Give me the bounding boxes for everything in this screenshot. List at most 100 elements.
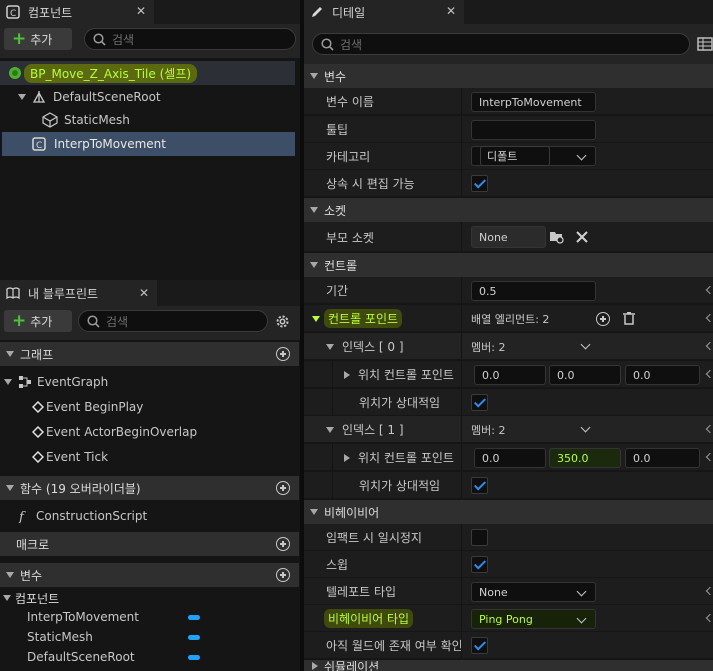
variables-section-header[interactable]: 변수 [0,563,299,587]
details-section-control[interactable]: 컨트롤 [304,253,713,277]
index0-z-input[interactable]: 0.0 [625,365,700,385]
details-section-socket[interactable]: 소켓 [304,198,713,222]
browse-socket-icon[interactable] [549,229,565,245]
collapse-arrow-icon [310,509,318,515]
check-still-in-world-checkbox[interactable] [471,637,488,654]
index0-label-wrap[interactable]: 인덱스 [ 0 ] [326,333,404,360]
prop-label: 위치 컨트롤 포인트 [358,368,454,382]
details-search-input[interactable]: 검색 [312,33,690,55]
variable-item-defaultsceneroot[interactable]: DefaultSceneRoot [0,647,299,667]
table-view-icon[interactable] [697,37,713,51]
svg-text:C: C [10,9,16,19]
function-item-constructionscript[interactable]: f ConstructionScript [0,504,299,528]
prop-category: 카테고리 디폴트 [304,143,713,170]
behaviour-type-dropdown[interactable]: Ping Pong [471,609,596,629]
graph-item-eventgraph[interactable]: EventGraph [0,370,299,394]
trash-icon[interactable] [622,311,636,326]
search-placeholder: 검색 [106,314,129,329]
instance-editable-checkbox[interactable] [471,175,488,192]
add-variable-icon[interactable] [276,568,290,582]
graph-item-event-beginplay[interactable]: Event BeginPlay [0,395,299,419]
variable-item-label: InterpToMovement [27,610,139,624]
add-macro-icon[interactable] [276,537,290,551]
index0-position-wrap[interactable]: 위치 컨트롤 포인트 [344,361,454,388]
prop-label: 인덱스 [ 1 ] [342,423,404,437]
prop-teleport-type: 텔레포트 타입 None [304,578,713,605]
chevron-down-icon[interactable] [580,339,591,350]
close-icon[interactable]: ✕ [136,4,146,18]
component-tree-item-self[interactable]: BP_Move_Z_Axis_Tile (셀프) [0,61,295,85]
index0-relative-checkbox[interactable] [471,394,488,411]
tooltip-input[interactable] [471,120,596,140]
index0-x-input[interactable]: 0.0 [474,365,546,385]
prop-label: 변수 이름 [326,95,374,109]
variables-category-components[interactable]: 컴포넌트 [0,589,299,607]
graph-item-event-actorbeginoverlap[interactable]: Event ActorBeginOverlap [0,420,299,444]
index1-label-wrap[interactable]: 인덱스 [ 1 ] [326,416,404,443]
tab-components[interactable]: C 컴포넌트 ✕ [0,0,154,24]
tab-components-label: 컴포넌트 [28,5,73,20]
expand-arrow-icon[interactable] [18,94,26,100]
add-function-icon[interactable] [276,481,290,495]
event-icon [32,426,44,438]
functions-section-header[interactable]: 함수 (19 오버라이더블) [0,476,299,500]
variable-name-input[interactable]: InterpToMovement [471,92,596,112]
component-tree-item-staticmesh[interactable]: StaticMesh [0,108,295,132]
blueprint-search-input[interactable]: 검색 [78,310,268,332]
index1-relative-checkbox[interactable] [471,477,488,494]
index1-y-input[interactable]: 350.0 [549,448,621,468]
tab-my-blueprint[interactable]: 내 블루프린트 ✕ [0,280,157,306]
prop-index1-position: 위치 컨트롤 포인트 0.0 350.0 0.0 [304,444,713,471]
expand-arrow-icon [4,379,12,385]
add-component-button[interactable]: + 추가 [4,28,72,50]
close-icon[interactable]: ✕ [446,4,456,18]
details-section-variables[interactable]: 변수 [304,64,713,88]
index1-z-input[interactable]: 0.0 [625,448,700,468]
teleport-type-dropdown[interactable]: None [471,582,596,602]
details-section-behaviour[interactable]: 비헤이비어 [304,500,713,524]
prop-label: 위치가 상대적임 [359,479,441,493]
expand-arrow-icon [312,315,320,322]
macros-section-header[interactable]: 매크로 [0,532,299,556]
member-count: 멤버: 2 [471,423,506,437]
gear-icon[interactable] [274,313,291,330]
add-label: 추가 [30,314,53,329]
index1-position-wrap[interactable]: 위치 컨트롤 포인트 [344,444,454,471]
component-tree-item-defaultsceneroot[interactable]: DefaultSceneRoot [0,85,295,109]
expand-arrow-icon [344,453,350,462]
control-points-label-wrap[interactable]: 컨트롤 포인트 [312,305,403,332]
section-label: 변수 [324,69,347,84]
event-icon [32,451,44,463]
details-section-next[interactable]: 쉬뮬레이션 [304,660,713,671]
index0-y-input[interactable]: 0.0 [549,365,621,385]
index1-x-input[interactable]: 0.0 [474,448,546,468]
prop-index0-relative: 위치가 상대적임 [304,389,713,416]
components-category-label: 컴포넌트 [15,591,60,606]
clear-x-icon[interactable] [575,230,589,244]
add-element-icon[interactable] [596,312,610,326]
chevron-down-icon[interactable] [580,422,591,433]
graph-section-header[interactable]: 그래프 [0,342,299,366]
add-label: 추가 [30,32,53,47]
collapse-arrow-icon [310,262,318,268]
expand-arrow-icon [326,426,334,433]
close-icon[interactable]: ✕ [139,286,149,300]
prop-check-still-in-world: 아직 월드에 존재 여부 확인 [304,632,713,659]
variable-item-staticmesh[interactable]: StaticMesh [0,627,299,647]
category-dropdown[interactable]: 디폴트 [471,146,596,166]
pause-on-impact-checkbox[interactable] [471,529,488,546]
add-graph-icon[interactable] [276,347,290,361]
section-label: 소켓 [324,203,347,218]
graph-item-event-tick[interactable]: Event Tick [0,445,299,469]
plus-icon: + [12,310,27,331]
tab-details[interactable]: 디테일 ✕ [304,0,464,24]
add-blueprint-member-button[interactable]: + 추가 [4,310,72,332]
prop-tooltip: 툴팁 [304,116,713,143]
sweep-checkbox[interactable] [471,556,488,573]
components-search-input[interactable]: 검색 [84,28,296,50]
event-icon [32,401,44,413]
duration-input[interactable]: 0.5 [471,281,596,301]
variable-item-interptomovement[interactable]: InterpToMovement [0,607,299,627]
prop-variable-name: 변수 이름 InterpToMovement [304,88,713,115]
component-tree-item-interptomovement[interactable]: C InterpToMovement [2,132,295,156]
